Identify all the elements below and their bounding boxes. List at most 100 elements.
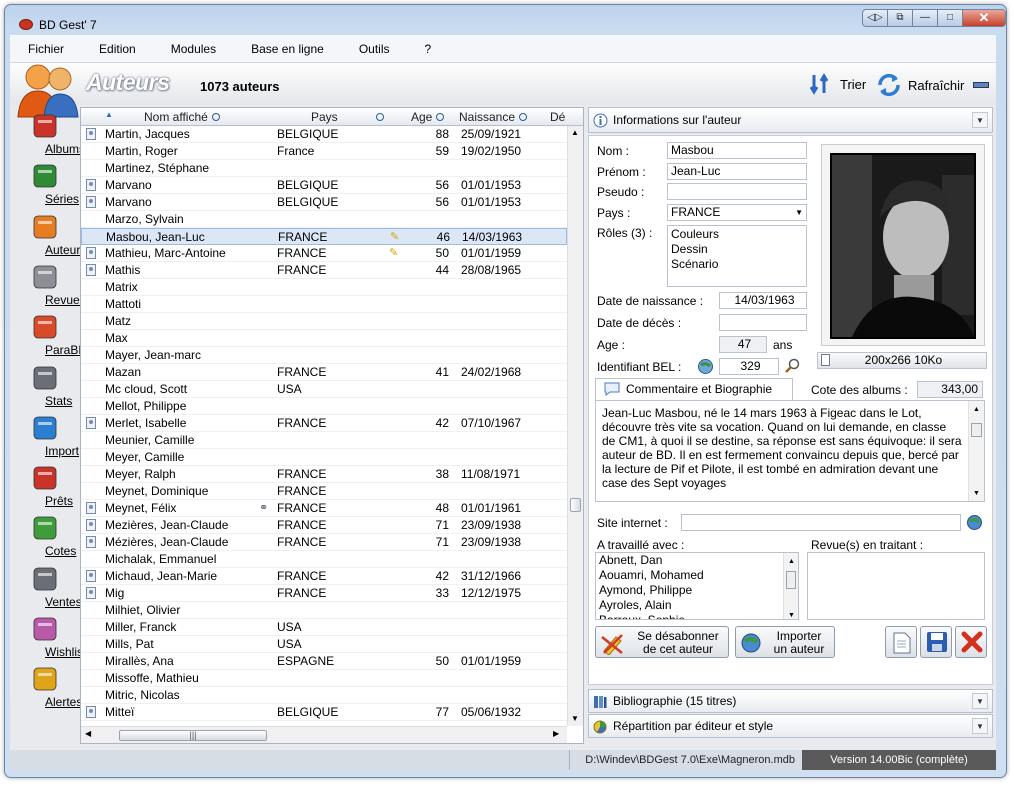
maximize-button[interactable]: □ — [937, 9, 963, 27]
settings-window-button[interactable]: ⧉ — [887, 9, 913, 27]
col-name-header[interactable]: Nom affiché — [144, 110, 220, 124]
chevron-down-icon[interactable]: ▼ — [972, 112, 988, 128]
sidebar-item-alertes[interactable]: Alertes — [10, 664, 82, 709]
scroll-left-icon[interactable]: ◀ — [85, 729, 91, 738]
web-globe-icon[interactable] — [966, 514, 983, 531]
table-row[interactable]: Martinez, Stéphane — [81, 160, 567, 177]
table-row[interactable]: Mazan FRANCE 41 24/02/1968 — [81, 364, 567, 381]
bel-field[interactable]: 329 — [719, 358, 779, 375]
menu-help[interactable]: ? — [425, 42, 432, 56]
menu-fichier[interactable]: Fichier — [28, 42, 64, 56]
menu-modules[interactable]: Modules — [171, 42, 216, 56]
sidebar-item-albums[interactable]: Albums — [10, 111, 85, 156]
table-row[interactable]: Meunier, Camille — [81, 432, 567, 449]
table-row[interactable]: Mig FRANCE 33 12/12/1975 — [81, 585, 567, 602]
col-birth-header[interactable]: Naissance — [459, 110, 528, 124]
bio-scrollbar[interactable]: ▲ ▼ — [968, 401, 984, 501]
refresh-button[interactable]: Rafraîchir — [876, 73, 964, 97]
col-age-header[interactable]: Age — [411, 110, 445, 124]
table-row[interactable]: Max — [81, 330, 567, 347]
col-country-header[interactable]: Pays — [311, 110, 384, 124]
roles-list[interactable]: Couleurs Dessin Scénario — [667, 225, 807, 287]
repartition-section[interactable]: Répartition par éditeur et style ▼ — [588, 714, 993, 738]
nom-field[interactable]: Masbou — [667, 142, 807, 159]
photo-info[interactable]: 200x266 10Ko — [817, 352, 987, 369]
sidebar-item-ventes[interactable]: Ventes — [10, 564, 82, 609]
table-row[interactable]: Meynet, Dominique FRANCE — [81, 483, 567, 500]
chevron-down-icon[interactable]: ▼ — [972, 718, 988, 734]
table-row[interactable]: Mezières, Jean-Claude FRANCE 71 23/09/1938 — [81, 517, 567, 534]
search-icon[interactable] — [519, 113, 528, 121]
vertical-scrollbar[interactable]: ▲ ▼ — [567, 126, 583, 726]
vertical-scroll-thumb[interactable] — [570, 498, 581, 512]
unsubscribe-button[interactable]: Se désabonner de cet auteur — [595, 626, 729, 658]
table-row[interactable]: Michalak, Emmanuel — [81, 551, 567, 568]
sort-button[interactable]: Trier — [810, 73, 866, 95]
restore-layout-button[interactable]: ◁▷ — [862, 9, 888, 27]
revues-list[interactable] — [807, 552, 985, 620]
menu-edition[interactable]: Edition — [99, 42, 136, 56]
pays-select[interactable]: FRANCE ▼ — [667, 204, 807, 221]
bel-globe-icon[interactable] — [697, 358, 714, 375]
table-row[interactable]: Miller, Franck USA — [81, 619, 567, 636]
import-author-button[interactable]: Importer un auteur — [735, 626, 835, 658]
sidebar-item-wishlist[interactable]: Wishlist — [10, 614, 86, 659]
table-row[interactable]: Marvano BELGIQUE 56 01/01/1953 — [81, 194, 567, 211]
magnifier-icon[interactable] — [785, 358, 801, 374]
sidebar-item-cotes[interactable]: Cotes — [10, 513, 80, 558]
table-row[interactable]: Marvano BELGIQUE 56 01/01/1953 — [81, 177, 567, 194]
table-row[interactable]: Meynet, Félix FRANCE ⚭ 48 01/01/1961 — [81, 500, 567, 517]
col-death-header[interactable]: Dé — [550, 110, 565, 124]
close-button[interactable]: ✕ — [962, 9, 1006, 27]
horizontal-scrollbar[interactable]: ◀ ||| ▶ — [81, 726, 567, 743]
table-row[interactable]: Marzo, Sylvain — [81, 211, 567, 228]
author-photo[interactable] — [830, 153, 976, 339]
role-item[interactable]: Scénario — [671, 257, 806, 272]
table-row[interactable]: Matz — [81, 313, 567, 330]
list-item[interactable]: Abnett, Dan — [599, 553, 798, 568]
chevron-down-icon[interactable]: ▼ — [972, 693, 988, 709]
collapse-header-button[interactable] — [973, 82, 989, 88]
horizontal-scroll-thumb[interactable]: ||| — [119, 730, 267, 741]
bibliographie-section[interactable]: Bibliographie (15 titres) ▼ — [588, 689, 993, 713]
menu-outils[interactable]: Outils — [359, 42, 390, 56]
prenom-field[interactable]: Jean-Luc — [667, 163, 807, 180]
list-item[interactable]: Aymond, Philippe — [599, 583, 798, 598]
table-row[interactable]: Mc cloud, Scott USA — [81, 381, 567, 398]
table-row[interactable]: Mathieu, Marc-Antoine FRANCE ✎ 50 01/01/1959 — [81, 245, 567, 262]
table-row[interactable]: Mitric, Nicolas — [81, 687, 567, 704]
info-header[interactable]: Informations sur l'auteur ▼ — [588, 107, 993, 133]
table-row[interactable]: Mézières, Jean-Claude FRANCE 71 23/09/1938 — [81, 534, 567, 551]
table-row[interactable]: Michaud, Jean-Marie FRANCE 42 31/12/1966 — [81, 568, 567, 585]
list-item[interactable]: Barroux, Sophie — [599, 613, 798, 619]
sidebar-item-séries[interactable]: Séries — [10, 161, 80, 206]
table-row[interactable]: Meyer, Ralph FRANCE 38 11/08/1971 — [81, 466, 567, 483]
table-row[interactable]: Meyer, Camille — [81, 449, 567, 466]
sidebar-item-import[interactable]: Import — [10, 413, 80, 458]
table-row[interactable]: Missoffe, Mathieu — [81, 670, 567, 687]
table-row[interactable]: Mathis FRANCE 44 28/08/1965 — [81, 262, 567, 279]
search-icon[interactable] — [436, 113, 445, 121]
sidebar-item-parabd[interactable]: ParaBD — [10, 312, 87, 357]
save-button[interactable] — [920, 626, 952, 658]
table-row[interactable]: Merlet, Isabelle FRANCE 42 07/10/1967 — [81, 415, 567, 432]
table-row[interactable]: Mirallès, Ana ESPAGNE 50 01/01/1959 — [81, 653, 567, 670]
minimize-button[interactable]: — — [912, 9, 938, 27]
search-icon[interactable] — [375, 113, 384, 121]
sidebar-item-stats[interactable]: Stats — [10, 363, 80, 408]
search-icon[interactable] — [211, 113, 220, 121]
coworkers-scrollbar[interactable]: ▲ ▼ — [783, 553, 798, 619]
table-row[interactable]: Masbou, Jean-Luc FRANCE ✎ 46 14/03/1963 — [81, 228, 567, 245]
scroll-up-icon[interactable]: ▲ — [571, 128, 579, 137]
list-item[interactable]: Aouamri, Mohamed — [599, 568, 798, 583]
table-row[interactable]: Milhiet, Olivier — [81, 602, 567, 619]
table-row[interactable]: Martin, Jacques BELGIQUE 88 25/09/1921 — [81, 126, 567, 143]
role-item[interactable]: Dessin — [671, 242, 806, 257]
pseudo-field[interactable] — [667, 183, 807, 200]
sidebar-item-revues[interactable]: Revues — [10, 262, 86, 307]
table-row[interactable]: Mitteï BELGIQUE 77 05/06/1932 — [81, 704, 567, 721]
scroll-right-icon[interactable]: ▶ — [553, 729, 559, 738]
tab-biographie[interactable]: Commentaire et Biographie — [595, 378, 793, 400]
table-row[interactable]: Mattoti — [81, 296, 567, 313]
role-item[interactable]: Couleurs — [671, 227, 806, 242]
